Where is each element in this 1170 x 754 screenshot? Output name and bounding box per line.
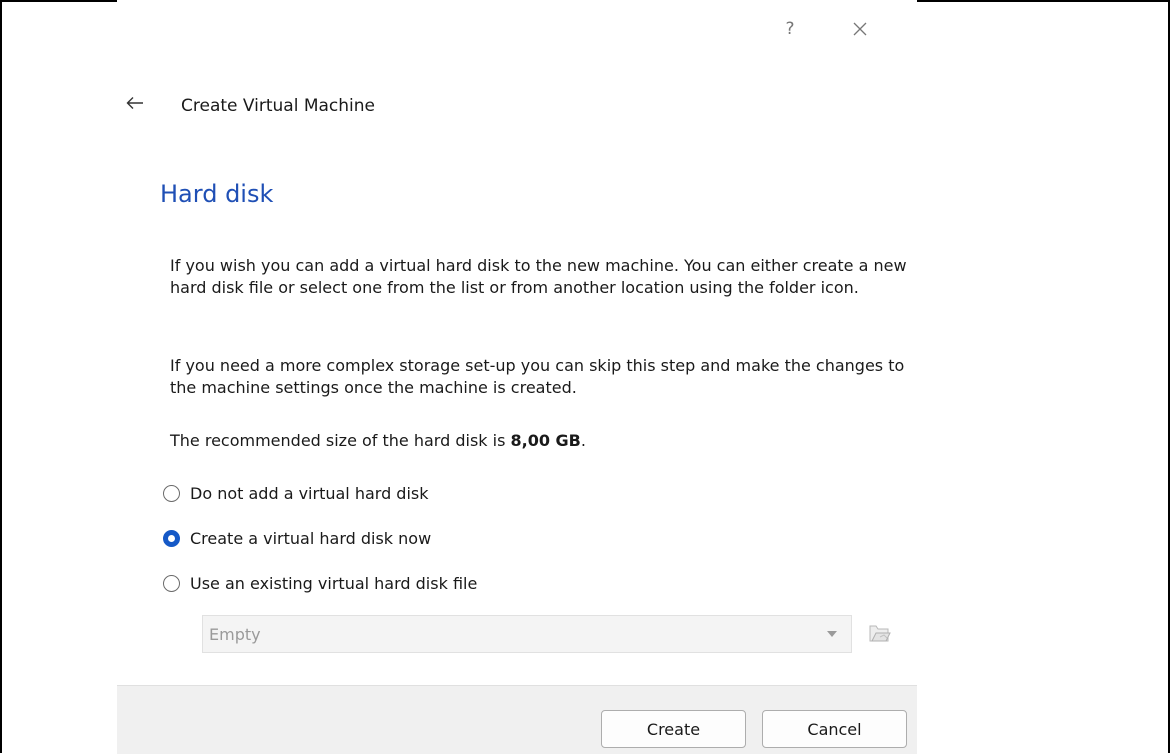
recommended-prefix: The recommended size of the hard disk is [170,431,511,450]
radio-button-create-disk[interactable] [163,529,180,547]
radio-existing-disk[interactable]: Use an existing virtual hard disk file [163,571,477,595]
choose-disk-file-button[interactable] [867,620,893,646]
arrow-left-icon [126,97,143,109]
back-button[interactable] [121,89,149,117]
create-button[interactable]: Create [601,710,746,748]
recommended-suffix: . [580,431,586,450]
folder-open-icon [869,625,891,642]
wizard-title: Create Virtual Machine [181,96,376,116]
recommended-size-text: The recommended size of the hard disk is… [170,430,910,452]
radio-button-no-disk[interactable] [163,484,180,502]
radio-label-no-disk: Do not add a virtual hard disk [190,483,429,503]
close-icon [853,22,867,36]
help-label: ? [785,19,795,39]
page-title: Hard disk [160,180,274,208]
radio-no-disk[interactable]: Do not add a virtual hard disk [163,481,429,505]
help-button[interactable]: ? [775,14,805,44]
recommended-size-value: 8,00 GB [510,431,581,450]
cancel-button[interactable]: Cancel [762,710,907,748]
radio-label-create-disk: Create a virtual hard disk now [190,528,432,548]
existing-disk-select[interactable]: Empty [202,615,852,653]
radio-label-existing-disk: Use an existing virtual hard disk file [190,573,478,593]
create-vm-dialog: ? Create Virtual Machine Hard disk If yo… [117,0,917,754]
close-button[interactable] [845,14,875,44]
existing-disk-select-value: Empty [209,624,261,644]
description-paragraph-1: If you wish you can add a virtual hard d… [170,256,907,297]
description-paragraph-2: If you need a more complex storage set-u… [170,356,905,397]
radio-button-existing-disk[interactable] [163,574,180,592]
radio-create-disk[interactable]: Create a virtual hard disk now [163,526,431,550]
chevron-down-icon [827,631,837,637]
dialog-footer: Create Cancel [117,685,917,754]
